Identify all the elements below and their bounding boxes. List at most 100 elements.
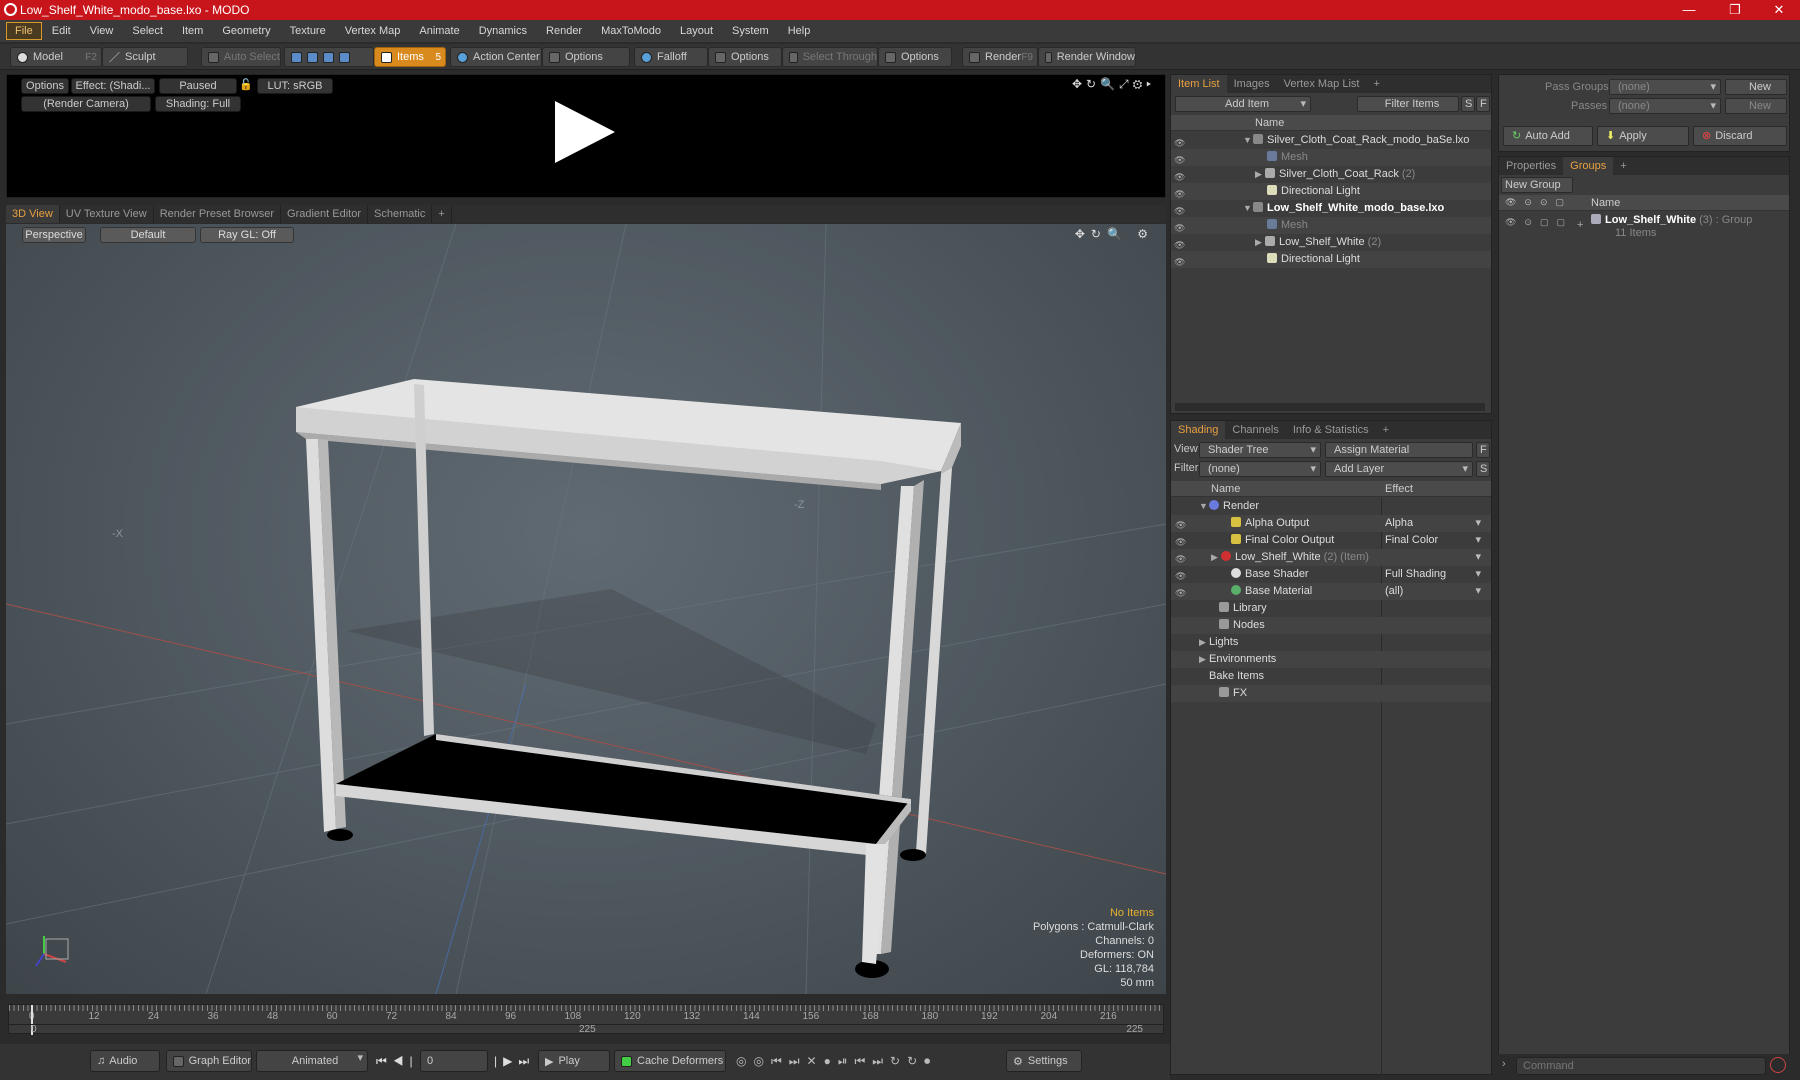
tab-3d-view[interactable]: 3D View (6, 205, 60, 223)
record-icon[interactable] (1770, 1057, 1786, 1073)
shader-row-low-shelf-white[interactable]: ▶ Low_Shelf_White (2) (Item) (1171, 549, 1491, 566)
shader-row-environments[interactable]: ▶ Environments (1171, 651, 1491, 668)
preview-effect-dropdown[interactable]: Effect: (Shadi... (71, 78, 155, 94)
action-center-button[interactable]: Action Center (450, 47, 542, 67)
add-tab-button[interactable]: + (1376, 421, 1396, 439)
maximize-button[interactable]: ❐ (1712, 0, 1758, 20)
3d-viewport[interactable]: -X -Z Perspective Default Ray GL: Off ✥↻… (6, 224, 1166, 994)
auto-select-button[interactable]: Auto Select (201, 47, 281, 67)
tab-info-statistics[interactable]: Info & Statistics (1286, 421, 1376, 439)
graph-editor-button[interactable]: Graph Editor (166, 1050, 252, 1072)
falloff-options-button[interactable]: Options (708, 47, 782, 67)
shader-row-lights[interactable]: ▶ Lights (1171, 634, 1491, 651)
menu-render[interactable]: Render (537, 22, 591, 40)
default-dropdown[interactable]: Default (100, 227, 196, 243)
item-row-4[interactable]: ▼ Low_Shelf_White_modo_base.lxo (1171, 200, 1491, 217)
play-icon[interactable] (555, 101, 615, 163)
preview-options-button[interactable]: Options (21, 78, 69, 94)
discard-button[interactable]: ⊗ Discard (1693, 126, 1787, 146)
lock-icon[interactable]: 🔓 (239, 78, 253, 94)
item-row-2[interactable]: ▶ Silver_Cloth_Coat_Rack (2) (1171, 166, 1491, 183)
shader-row-render[interactable]: ▼ Render (1171, 498, 1491, 515)
shader-row-bake-items[interactable]: Bake Items (1171, 668, 1491, 685)
item-row-6[interactable]: ▶ Low_Shelf_White (2) (1171, 234, 1491, 251)
new-group-button[interactable]: New Group (1501, 177, 1573, 193)
render-window-button[interactable]: Render Window (1038, 47, 1136, 67)
menu-view[interactable]: View (81, 22, 123, 40)
menu-item[interactable]: Item (173, 22, 212, 40)
action-center-options-button[interactable]: Options (542, 47, 630, 67)
menu-animate[interactable]: Animate (410, 22, 468, 40)
menu-help[interactable]: Help (779, 22, 820, 40)
filter-dropdown[interactable]: (none) (1199, 461, 1321, 477)
model-mode-button[interactable]: Model F2 (10, 47, 102, 67)
view-dropdown[interactable]: Shader Tree (1199, 442, 1321, 458)
render-camera-dropdown[interactable]: (Render Camera) (21, 96, 151, 112)
menu-edit[interactable]: Edit (43, 22, 80, 40)
perspective-dropdown[interactable]: Perspective (22, 227, 86, 243)
settings-button[interactable]: ⚙ Settings (1006, 1050, 1082, 1072)
preview-paused-button[interactable]: Paused (159, 78, 237, 94)
audio-button[interactable]: ♫ Audio (90, 1050, 160, 1072)
frame-input[interactable]: 0 (420, 1050, 488, 1072)
key-tools-icons[interactable]: ◎◎⏮⏭✕●⏯⏮⏭↻↻⏺ (736, 1054, 937, 1069)
tab-render-preset-browser[interactable]: Render Preset Browser (154, 205, 282, 223)
viewport-nav-icons[interactable]: ✥↻🔍 ⚙ (1075, 227, 1154, 241)
item-list-scrollbar[interactable] (1175, 403, 1485, 411)
item-row-7[interactable]: Directional Light (1171, 251, 1491, 268)
falloff-button[interactable]: Falloff (634, 47, 708, 67)
play-button[interactable]: ▶ Play (538, 1050, 610, 1072)
filter-items-input[interactable]: Filter Items (1357, 96, 1459, 112)
tab-images[interactable]: Images (1227, 75, 1277, 93)
menu-texture[interactable]: Texture (281, 22, 335, 40)
shader-row-library[interactable]: Library (1171, 600, 1491, 617)
apply-button[interactable]: ⬇ Apply (1597, 126, 1689, 146)
menu-system[interactable]: System (723, 22, 778, 40)
preview-nav-icons[interactable]: ✥↻🔍⤢⚙▸ (1072, 77, 1155, 92)
tab-gradient-editor[interactable]: Gradient Editor (281, 205, 368, 223)
tab-channels[interactable]: Channels (1225, 421, 1285, 439)
items-mode-button[interactable]: Items 5 (374, 47, 446, 67)
menu-file[interactable]: File (6, 22, 42, 40)
assign-material-button[interactable]: Assign Material (1325, 442, 1473, 458)
menu-layout[interactable]: Layout (671, 22, 722, 40)
raygl-dropdown[interactable]: Ray GL: Off (200, 227, 294, 243)
shader-row-base-material[interactable]: Base Material (all) (1171, 583, 1491, 600)
pass-groups-dropdown[interactable]: (none) (1609, 79, 1721, 95)
lut-dropdown[interactable]: LUT: sRGB (257, 78, 333, 94)
auto-add-button[interactable]: ↻ Auto Add (1503, 126, 1593, 146)
shader-row-nodes[interactable]: Nodes (1171, 617, 1491, 634)
skip-back-icons[interactable]: ⏮◀| (376, 1054, 419, 1069)
visibility-eye-icons[interactable]: 👁 👁 👁 👁 👁 (1175, 517, 1187, 602)
s-toggle[interactable]: S (1461, 96, 1475, 112)
close-button[interactable]: ✕ (1756, 0, 1800, 20)
tab-vertex-map-list[interactable]: Vertex Map List (1277, 75, 1367, 93)
add-layer-dropdown[interactable]: Add Layer (1325, 461, 1473, 477)
add-tab-button[interactable]: + (1366, 75, 1386, 93)
timeline-ruler[interactable]: 0 12 24 36 48 60 72 84 96 108 120 132 144 156 168 180 19… (8, 1004, 1164, 1035)
menu-select[interactable]: Select (123, 22, 172, 40)
menu-vertex-map[interactable]: Vertex Map (336, 22, 410, 40)
shader-row-base-shader[interactable]: Base Shader Full Shading (1171, 566, 1491, 583)
command-input[interactable] (1516, 1057, 1766, 1075)
tab-uv-texture-view[interactable]: UV Texture View (60, 205, 154, 223)
select-through-button[interactable]: Select Through (782, 47, 878, 67)
expand-plus-icon[interactable]: + (1577, 219, 1583, 231)
tab-properties[interactable]: Properties (1499, 157, 1563, 175)
low-shelf-model[interactable] (296, 379, 961, 978)
selection-mode-icons[interactable] (284, 47, 374, 67)
menu-dynamics[interactable]: Dynamics (470, 22, 536, 40)
tab-item-list[interactable]: Item List (1171, 75, 1227, 93)
shading-dropdown[interactable]: Shading: Full (155, 96, 241, 112)
menu-maxtomodo[interactable]: MaxToModo (592, 22, 670, 40)
f-toggle[interactable]: F (1476, 442, 1490, 458)
item-row-1[interactable]: Mesh (1171, 149, 1491, 166)
shader-row-final-color-output[interactable]: Final Color Output Final Color (1171, 532, 1491, 549)
shader-row-fx[interactable]: FX (1171, 685, 1491, 702)
select-through-options-button[interactable]: Options (878, 47, 952, 67)
item-row-0[interactable]: ▼ Silver_Cloth_Coat_Rack_modo_baSe.lxo (1171, 132, 1491, 149)
skip-forward-icons[interactable]: |▶⏭ (494, 1054, 535, 1069)
render-button[interactable]: Render F9 (962, 47, 1038, 67)
item-row-5[interactable]: Mesh (1171, 217, 1491, 234)
f-toggle[interactable]: F (1476, 96, 1490, 112)
